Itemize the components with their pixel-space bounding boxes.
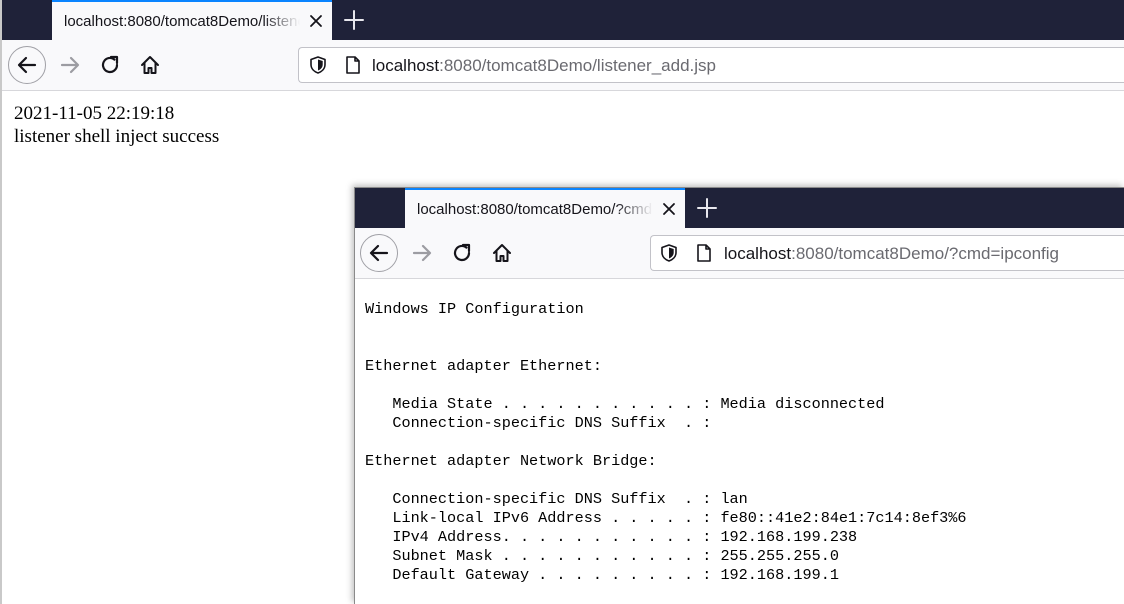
new-tab-button[interactable] [342,8,366,32]
home-button[interactable] [486,237,518,269]
output-line: Ethernet adapter Network Bridge: [365,452,657,470]
forward-button[interactable] [54,49,86,81]
plus-icon [697,198,717,218]
output-line: Subnet Mask . . . . . . . . . . . : 255.… [365,547,839,565]
url-path: :8080/tomcat8Demo/listener_add.jsp [439,56,716,75]
home-icon [493,244,511,262]
home-button[interactable] [134,49,166,81]
browser-window-front: localhost:8080/tomcat8Demo/?cmd=ipconfig [354,187,1124,604]
reload-button[interactable] [446,237,478,269]
close-icon[interactable] [659,199,679,219]
tab-title: localhost:8080/tomcat8Demo/listener_add.… [64,12,300,30]
navigation-toolbar: localhost:8080/tomcat8Demo/listener_add.… [2,40,1124,91]
close-icon[interactable] [306,11,326,31]
forward-arrow-icon [60,56,80,74]
back-button[interactable] [8,46,46,84]
status-message: listener shell inject success [14,126,220,147]
url-host: localhost [724,244,792,263]
page-icon[interactable] [343,55,363,80]
tab-listener-add[interactable]: localhost:8080/tomcat8Demo/listener_add.… [52,0,332,40]
command-output: Windows IP Configuration Ethernet adapte… [365,300,967,585]
page-content: 2021-11-05 22:19:18 listener shell injec… [14,102,219,148]
home-icon [141,56,159,74]
url-path: :8080/tomcat8Demo/?cmd=ipconfig [791,244,1060,263]
url-text[interactable]: localhost:8080/tomcat8Demo/listener_add.… [372,56,716,76]
output-line: Windows IP Configuration [365,300,584,318]
output-line: IPv4 Address. . . . . . . . . . . : 192.… [365,528,858,546]
output-line: Connection-specific DNS Suffix . : [365,414,712,432]
output-line: Media State . . . . . . . . . . . : Medi… [365,395,885,413]
shield-icon[interactable] [659,243,679,268]
forward-button[interactable] [406,237,438,269]
shield-icon[interactable] [308,55,328,80]
output-line: Default Gateway . . . . . . . . . : 192.… [365,566,839,584]
new-tab-button[interactable] [695,196,719,220]
navigation-toolbar: localhost:8080/tomcat8Demo/?cmd=ipconfig [355,228,1124,279]
plus-icon [344,10,364,30]
output-line: Connection-specific DNS Suffix . : lan [365,490,748,508]
timestamp-text: 2021-11-05 22:19:18 [14,103,175,124]
back-arrow-icon [369,244,389,262]
tab-strip: localhost:8080/tomcat8Demo/?cmd=ipconfig [355,188,1124,228]
url-bar[interactable]: localhost:8080/tomcat8Demo/?cmd=ipconfig [650,235,1124,271]
page-icon[interactable] [694,243,714,268]
output-line: Link-local IPv6 Address . . . . . : fe80… [365,509,967,527]
reload-button[interactable] [94,49,126,81]
back-arrow-icon [17,56,37,74]
url-text[interactable]: localhost:8080/tomcat8Demo/?cmd=ipconfig [724,244,1059,264]
url-host: localhost [372,56,440,75]
tab-title: localhost:8080/tomcat8Demo/?cmd=ipconfig [417,200,653,218]
tab-strip: localhost:8080/tomcat8Demo/listener_add.… [2,0,1124,40]
forward-arrow-icon [412,244,432,262]
tab-cmd-ipconfig[interactable]: localhost:8080/tomcat8Demo/?cmd=ipconfig [405,188,685,228]
reload-icon [101,55,119,74]
url-bar[interactable]: localhost:8080/tomcat8Demo/listener_add.… [298,47,1124,83]
reload-icon [453,243,471,262]
output-line: Ethernet adapter Ethernet: [365,357,602,375]
back-button[interactable] [360,234,398,272]
